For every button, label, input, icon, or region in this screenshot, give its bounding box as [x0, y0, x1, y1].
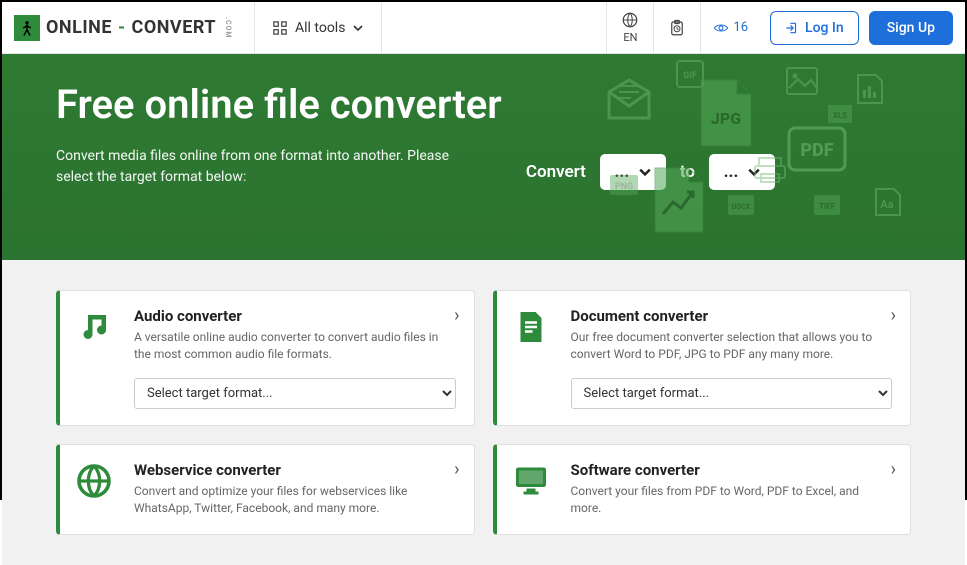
language-code: EN [623, 31, 637, 44]
docx-icon: DOCX [727, 194, 755, 216]
globe-icon [621, 11, 639, 29]
all-tools-label: All tools [295, 20, 345, 36]
to-label: to [680, 162, 695, 182]
grid-icon [273, 21, 287, 35]
brand-text-1: ONLINE [46, 17, 112, 38]
brand-suffix: .COM [224, 17, 232, 39]
login-label: Log In [805, 20, 844, 36]
pdf-icon: PDF [785, 124, 849, 174]
card-description: Convert your files from PDF to Word, PDF… [571, 483, 893, 518]
monitor-icon [513, 463, 553, 518]
card-title: Webservice converter [134, 461, 456, 479]
globe-icon [76, 463, 116, 518]
all-tools-dropdown[interactable]: All tools [254, 2, 382, 53]
credits-display[interactable]: 16 [700, 2, 760, 53]
svg-text:DOCX: DOCX [732, 203, 751, 211]
document-target-format-select[interactable]: Select target format... [571, 378, 893, 409]
credits-count: 16 [733, 20, 748, 35]
convert-to-value: ... [724, 162, 739, 182]
brand-dash: - [118, 17, 126, 38]
chevron-down-icon [748, 166, 760, 178]
convert-from-select[interactable]: ... [600, 154, 666, 190]
brand-text-2: CONVERT [132, 17, 216, 38]
card-description: Our free document converter selection th… [571, 329, 893, 364]
convert-label: Convert [526, 162, 586, 182]
hero-section: Free online file converter Convert media… [2, 54, 965, 260]
audio-target-format-select[interactable]: Select target format... [134, 378, 456, 409]
hero-title: Free online file converter [56, 82, 911, 128]
clipboard-clock-icon [668, 19, 686, 37]
tiff-icon: TIFF [813, 194, 841, 216]
document-converter-card[interactable]: Document converter Our free document con… [493, 290, 912, 426]
convert-controls: Convert ... to ... [526, 154, 775, 190]
chevron-right-icon: › [454, 305, 459, 326]
login-button[interactable]: Log In [770, 11, 859, 45]
signup-button[interactable]: Sign Up [869, 11, 953, 45]
convert-from-value: ... [614, 162, 629, 182]
webservice-converter-card[interactable]: Webservice converter Convert and optimiz… [56, 444, 475, 535]
logo[interactable]: ONLINE-CONVERT .COM [14, 15, 232, 41]
document-icon [513, 309, 553, 409]
card-title: Audio converter [134, 307, 456, 325]
hero-subtitle: Convert media files online from one form… [56, 146, 476, 188]
signup-label: Sign Up [887, 20, 935, 36]
card-description: A versatile online audio converter to co… [134, 329, 456, 364]
logo-icon [14, 15, 40, 41]
chevron-right-icon: › [454, 459, 459, 480]
eye-icon [713, 22, 729, 34]
header-bar: ONLINE-CONVERT .COM All tools EN 16 Log … [2, 2, 965, 54]
music-note-icon [76, 309, 116, 409]
svg-text:PDF: PDF [800, 140, 833, 161]
software-converter-card[interactable]: Software converter Convert your files fr… [493, 444, 912, 535]
audio-converter-card[interactable]: Audio converter A versatile online audio… [56, 290, 475, 426]
history-button[interactable] [653, 2, 700, 53]
chevron-right-icon: › [891, 305, 896, 326]
chevron-down-icon [639, 166, 651, 178]
chevron-right-icon: › [891, 459, 896, 480]
svg-text:TIFF: TIFF [819, 202, 836, 211]
chevron-down-icon [353, 23, 363, 33]
svg-text:Aa: Aa [880, 198, 893, 211]
card-title: Software converter [571, 461, 893, 479]
login-icon [785, 21, 799, 35]
language-button[interactable]: EN [606, 2, 653, 53]
card-title: Document converter [571, 307, 893, 325]
card-description: Convert and optimize your files for webs… [134, 483, 456, 518]
convert-to-select[interactable]: ... [709, 154, 775, 190]
svg-text:GIF: GIF [683, 71, 697, 81]
font-file-icon: Aa [873, 186, 903, 218]
converter-cards-grid: Audio converter A versatile online audio… [2, 260, 965, 565]
